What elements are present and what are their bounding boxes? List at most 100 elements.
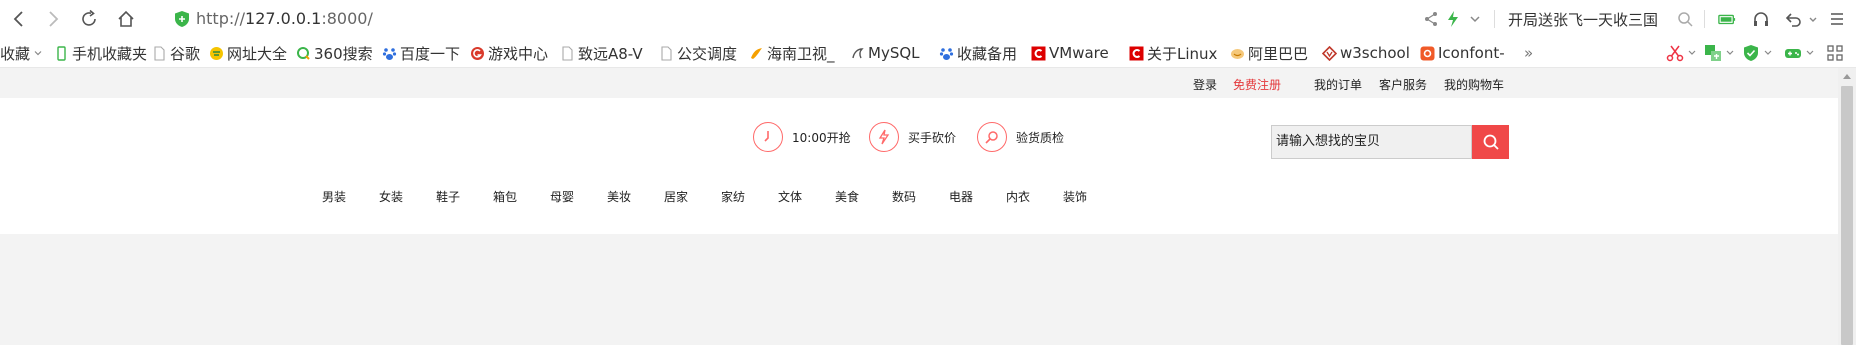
category-nav: 男装 女装 鞋子 箱包 母婴 美妆 居家 家纺 文体 美食 数码 电器 内衣 装…	[0, 180, 1838, 210]
hot-search-text[interactable]: 开局送张飞一天收三国	[1508, 9, 1658, 30]
reload-button[interactable]	[76, 6, 102, 32]
bookmark-item[interactable]: w3school	[1322, 43, 1410, 63]
speed-mode-button[interactable]	[1444, 10, 1462, 28]
category-link[interactable]: 家纺	[721, 188, 745, 205]
page-viewport: 登录 免费注册 我的订单 客户服务 我的购物车 10:00开抢 买手砍价 验货质…	[0, 68, 1856, 345]
bookmark-item[interactable]: 关于Linux	[1129, 43, 1217, 63]
search-icon	[1483, 134, 1499, 150]
game-tool-button[interactable]	[1782, 43, 1804, 63]
menu-button[interactable]	[1828, 10, 1846, 28]
bookmark-item[interactable]: 360搜索	[296, 43, 373, 63]
bookmark-item[interactable]: 海南卫视_	[749, 43, 835, 63]
undo-dropdown-button[interactable]	[1804, 10, 1822, 28]
category-link[interactable]: 装饰	[1063, 188, 1087, 205]
feature-inspection[interactable]: 验货质检	[977, 122, 1064, 152]
page-icon	[659, 45, 674, 61]
security-dropdown-button[interactable]	[1762, 43, 1774, 63]
category-link[interactable]: 男装	[322, 188, 346, 205]
bookmark-item[interactable]: 公交调度	[659, 43, 737, 63]
chevron-down-icon	[1470, 16, 1480, 23]
undo-button[interactable]	[1784, 10, 1802, 28]
url-field[interactable]: http://127.0.0.1:8000/	[196, 9, 373, 28]
translate-dropdown-button[interactable]	[1724, 43, 1736, 63]
scissors-icon	[1666, 45, 1684, 62]
bookmark-item[interactable]: MySQL	[850, 43, 920, 63]
bookmark-favorites[interactable]: 收藏	[0, 43, 46, 63]
home-icon	[118, 10, 134, 27]
forward-button[interactable]	[40, 6, 66, 32]
register-link[interactable]: 免费注册	[1233, 76, 1281, 93]
my-cart-link[interactable]: 我的购物车	[1444, 76, 1504, 93]
shield-check-icon	[1744, 45, 1758, 61]
apps-grid-button[interactable]	[1824, 43, 1846, 63]
translate-tool-button[interactable]	[1702, 43, 1724, 63]
category-link[interactable]: 居家	[664, 188, 688, 205]
share-button[interactable]	[1422, 10, 1440, 28]
product-search-input[interactable]: 请输入想找的宝贝	[1271, 125, 1472, 159]
category-link[interactable]: 内衣	[1006, 188, 1030, 205]
page-icon	[560, 45, 575, 61]
category-link[interactable]: 箱包	[493, 188, 517, 205]
bookmark-item[interactable]: VMware	[1031, 43, 1109, 63]
battery-button[interactable]	[1718, 10, 1736, 28]
bookmark-item[interactable]: 谷歌	[152, 43, 200, 63]
chevron-down-icon	[33, 46, 43, 61]
bookmark-item[interactable]: 网址大全	[209, 43, 287, 63]
reload-icon	[82, 9, 96, 26]
customer-service-link[interactable]: 客户服务	[1379, 76, 1427, 93]
screenshot-tool-button[interactable]	[1664, 43, 1686, 63]
bookmark-item[interactable]: 百度一下	[382, 43, 460, 63]
undo-icon	[1785, 13, 1801, 27]
bookmark-item[interactable]: 手机收藏夹	[54, 43, 147, 63]
product-search-button[interactable]	[1472, 125, 1509, 159]
page-scrollbar[interactable]	[1838, 68, 1856, 345]
share-icon	[1425, 12, 1437, 26]
bookmark-item[interactable]: Iconfont-	[1420, 43, 1505, 63]
login-link[interactable]: 登录	[1193, 76, 1217, 93]
screenshot-dropdown-button[interactable]	[1686, 43, 1698, 63]
category-link[interactable]: 女装	[379, 188, 403, 205]
home-button[interactable]	[113, 6, 139, 32]
category-link[interactable]: 数码	[892, 188, 916, 205]
category-link[interactable]: 美妆	[607, 188, 631, 205]
bookmark-item[interactable]: 阿里巴巴	[1230, 43, 1308, 63]
category-link[interactable]: 电器	[949, 188, 973, 205]
url-directory-icon	[209, 46, 224, 61]
category-link[interactable]: 鞋子	[436, 188, 460, 205]
site-header: 10:00开抢 买手砍价 验货质检 请输入想找的宝贝 男装 女装 鞋子 箱包 母…	[0, 98, 1838, 234]
csdn-icon	[1129, 46, 1144, 61]
gamepad-icon	[1785, 49, 1801, 58]
category-link[interactable]: 母婴	[550, 188, 574, 205]
my-orders-link[interactable]: 我的订单	[1314, 76, 1362, 93]
scroll-up-arrow-icon[interactable]	[1842, 72, 1852, 80]
chevron-down-icon	[1726, 50, 1734, 55]
clock-icon	[753, 122, 783, 152]
battery-icon	[1718, 14, 1736, 25]
divider	[1494, 10, 1495, 28]
scrollbar-thumb[interactable]	[1841, 86, 1853, 345]
bookmarks-more-button[interactable]: »	[1524, 44, 1533, 62]
url-dropdown-button[interactable]	[1466, 10, 1484, 28]
phone-icon	[54, 45, 69, 61]
category-link[interactable]: 文体	[778, 188, 802, 205]
feature-flash-sale[interactable]: 10:00开抢	[753, 122, 851, 152]
page-icon	[152, 45, 167, 61]
site-top-bar: 登录 免费注册 我的订单 客户服务 我的购物车	[0, 68, 1838, 98]
search-button[interactable]	[1676, 10, 1694, 28]
baidu-paw-icon	[939, 46, 954, 61]
arrow-right-icon	[49, 11, 59, 27]
mysql-dolphin-icon	[850, 46, 865, 61]
feature-bargain[interactable]: 买手砍价	[869, 122, 956, 152]
headphones-button[interactable]	[1752, 10, 1770, 28]
search-icon	[1678, 12, 1693, 27]
category-link[interactable]: 美食	[835, 188, 859, 205]
tv-icon	[749, 46, 764, 61]
chevron-down-icon	[1809, 17, 1817, 22]
bookmark-item[interactable]: 致远A8-V	[560, 43, 643, 63]
back-button[interactable]	[6, 6, 32, 32]
chevron-down-icon	[1806, 50, 1814, 55]
security-check-button[interactable]	[1740, 43, 1762, 63]
bookmark-item[interactable]: 游戏中心	[470, 43, 548, 63]
game-dropdown-button[interactable]	[1804, 43, 1816, 63]
bookmark-item[interactable]: 收藏备用	[939, 43, 1017, 63]
